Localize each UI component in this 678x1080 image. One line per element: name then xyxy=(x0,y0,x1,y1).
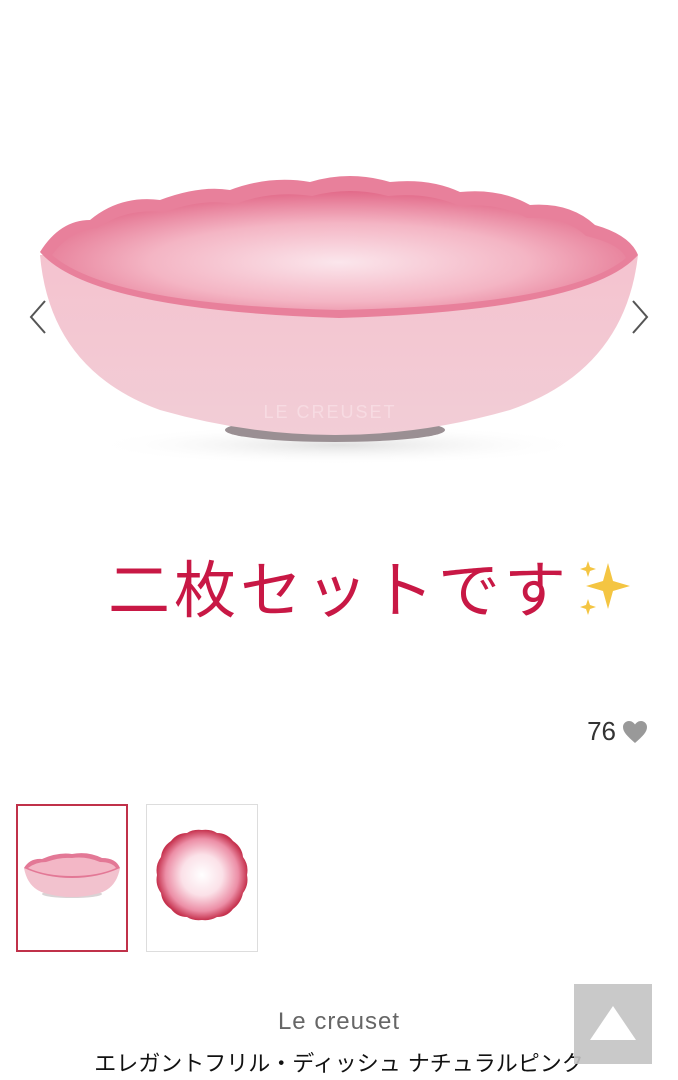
thumbnail-side-view[interactable] xyxy=(16,804,128,952)
chevron-right-icon xyxy=(632,300,649,334)
triangle-up-icon xyxy=(590,1006,636,1040)
scroll-to-top-button[interactable] xyxy=(574,984,652,1064)
promo-caption: 二枚セットです xyxy=(108,560,634,622)
thumbnail-image xyxy=(156,829,248,921)
embossed-logo: LE CREUSET xyxy=(263,402,396,422)
product-page: LE CREUSET 二枚セットです 76 Le creuset エレガントフリ… xyxy=(0,0,678,1080)
sparkles-icon xyxy=(580,561,631,615)
product-image-gallery[interactable]: LE CREUSET xyxy=(0,120,678,520)
thumbnail-top-view[interactable] xyxy=(146,804,258,952)
thumbnail-image xyxy=(24,853,120,898)
promo-text: 二枚セットです xyxy=(108,554,571,627)
like-count: 76 xyxy=(587,716,616,746)
heart-icon xyxy=(623,720,647,743)
dish-photo: LE CREUSET xyxy=(40,176,638,465)
like-button[interactable]: 76 xyxy=(587,716,648,747)
chevron-left-icon xyxy=(29,300,46,334)
next-image-button[interactable] xyxy=(626,292,654,342)
previous-image-button[interactable] xyxy=(24,292,52,342)
